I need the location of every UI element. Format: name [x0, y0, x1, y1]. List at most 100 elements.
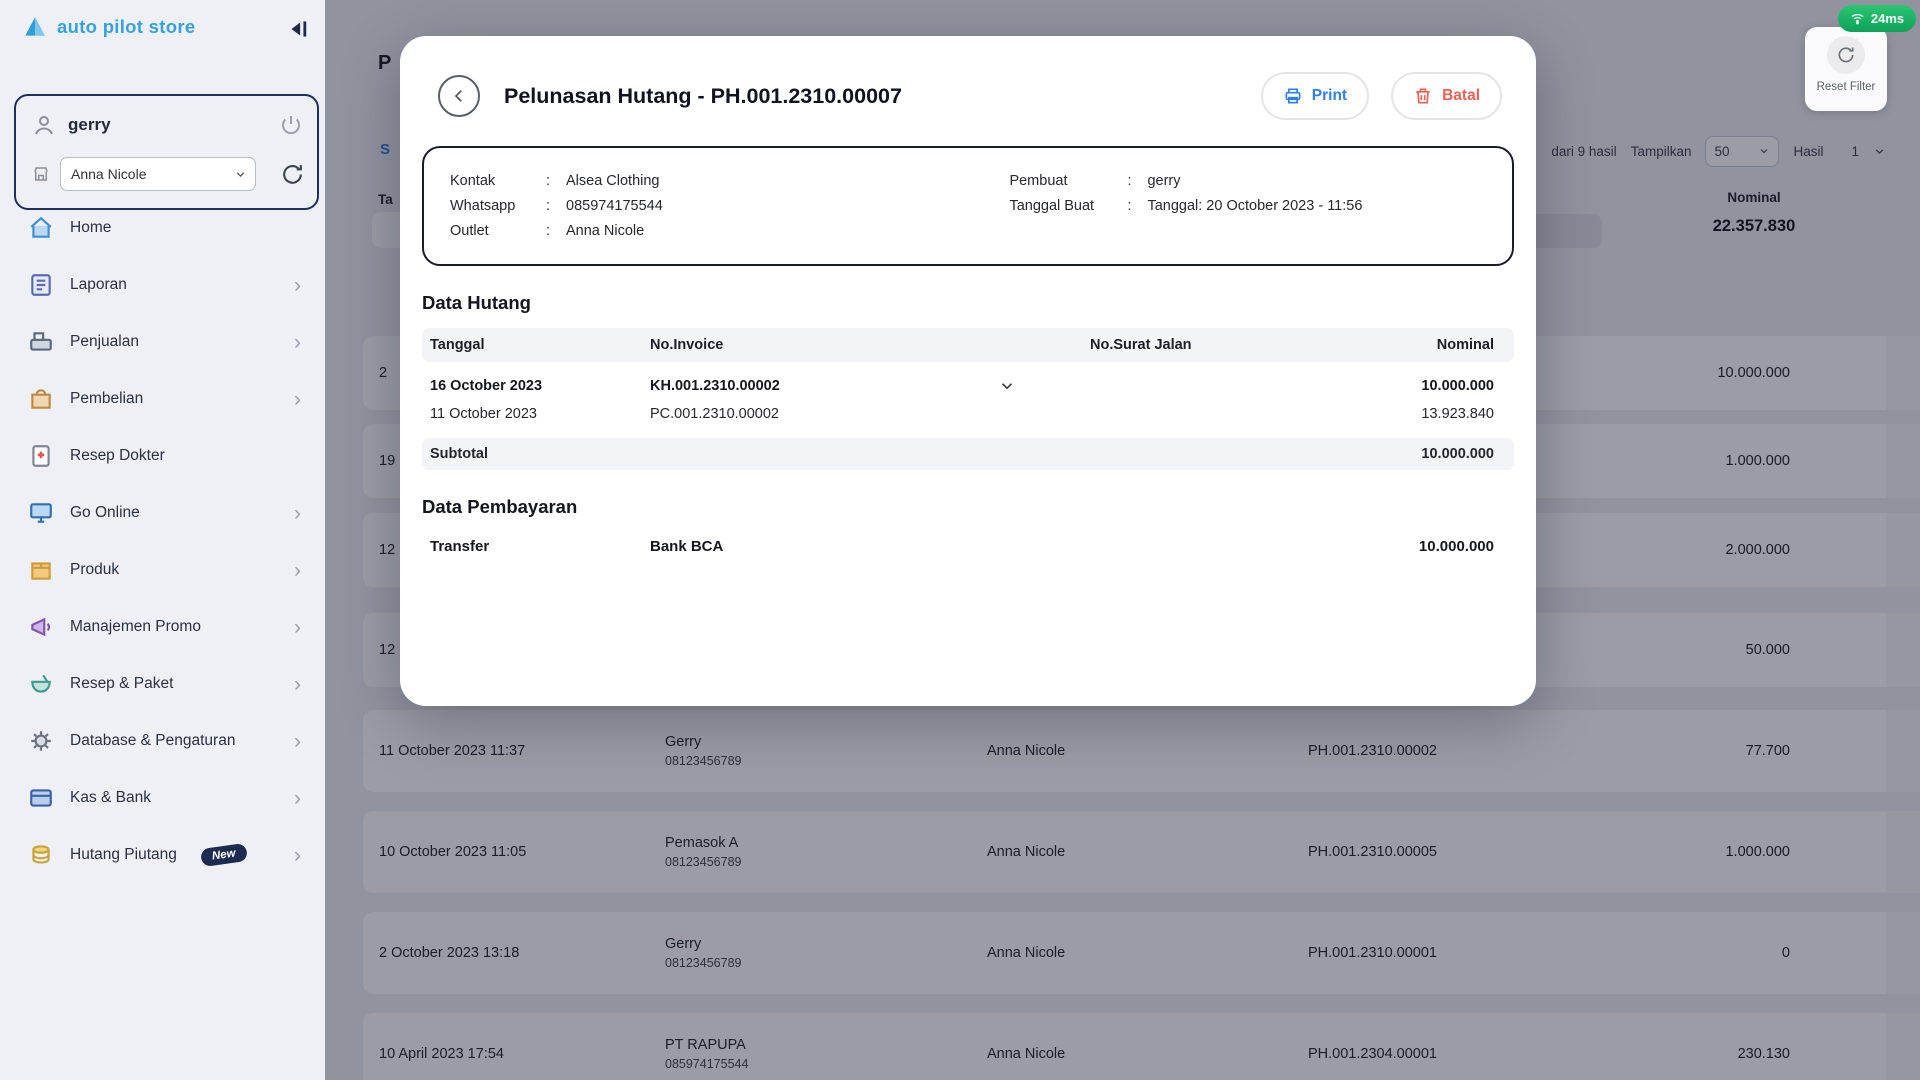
- purchase-icon: [28, 386, 54, 412]
- wifi-icon: [1850, 11, 1865, 26]
- chevron-right-icon: ›: [294, 674, 301, 695]
- sidebar-item-go-online[interactable]: Go Online ›: [0, 491, 325, 535]
- brand-logo-icon: [22, 14, 48, 40]
- latency-value: 24ms: [1871, 11, 1904, 26]
- info-label: Kontak: [450, 171, 546, 191]
- colon: :: [546, 221, 566, 241]
- col-nominal: Nominal: [1313, 337, 1506, 353]
- sidebar-item-resep-dokter[interactable]: Resep Dokter: [0, 434, 325, 478]
- info-label: Tanggal Buat: [1009, 196, 1127, 216]
- sidebar-item-label: Database & Pengaturan: [70, 732, 235, 750]
- hutang-tanggal: 11 October 2023: [430, 406, 650, 422]
- sidebar-item-pembelian[interactable]: Pembelian ›: [0, 377, 325, 421]
- user-name: gerry: [68, 115, 279, 135]
- sales-icon: [28, 329, 54, 355]
- sidebar-item-label: Resep Dokter: [70, 447, 165, 465]
- sidebar-item-label: Resep & Paket: [70, 675, 173, 693]
- subtotal-row: Subtotal 10.000.000: [422, 438, 1514, 470]
- brand: auto pilot store: [22, 14, 195, 40]
- colon: :: [546, 196, 566, 216]
- colon: :: [546, 171, 566, 191]
- info-value: 085974175544: [566, 196, 663, 216]
- info-value: Alsea Clothing: [566, 171, 660, 191]
- product-icon: [28, 557, 54, 583]
- cancel-button-label: Batal: [1442, 87, 1480, 105]
- sidebar-item-label: Home: [70, 219, 111, 237]
- cancel-button[interactable]: Batal: [1391, 72, 1502, 120]
- recipe-icon: [28, 671, 54, 697]
- online-icon: [28, 500, 54, 526]
- sidebar-item-laporan[interactable]: Laporan ›: [0, 263, 325, 307]
- home-icon: [28, 215, 54, 241]
- hutang-subrow: 11 October 2023 PC.001.2310.00002 13.923…: [430, 400, 1506, 428]
- sidebar-item-resep-paket[interactable]: Resep & Paket ›: [0, 662, 325, 706]
- sidebar: auto pilot store gerry Anna Nicole: [0, 0, 325, 1080]
- payment-method: Transfer: [430, 538, 650, 555]
- prescription-icon: [28, 443, 54, 469]
- outlet-select[interactable]: Anna Nicole: [60, 157, 256, 191]
- sidebar-item-manajemen-promo[interactable]: Manajemen Promo ›: [0, 605, 325, 649]
- chevron-down-icon: [234, 168, 247, 181]
- user-card: gerry Anna Nicole: [14, 94, 319, 210]
- sidebar-item-label: Go Online: [70, 504, 140, 522]
- report-icon: [28, 272, 54, 298]
- reset-filter-button[interactable]: Reset Filter: [1805, 27, 1887, 111]
- hutang-invoice: KH.001.2310.00002: [650, 378, 780, 394]
- hutang-nominal: 13.923.840: [1313, 406, 1506, 422]
- debt-icon: [28, 842, 54, 868]
- data-pembayaran-heading: Data Pembayaran: [422, 496, 1514, 518]
- bank-icon: [28, 785, 54, 811]
- hutang-row: 16 October 2023 KH.001.2310.00002 10.000…: [430, 372, 1506, 400]
- print-button-label: Print: [1312, 87, 1347, 105]
- database-icon: [28, 728, 54, 754]
- pelunasan-hutang-modal: Pelunasan Hutang - PH.001.2310.00007 Pri…: [400, 36, 1536, 706]
- refresh-icon[interactable]: [1827, 36, 1865, 74]
- sidebar-item-label: Penjualan: [70, 333, 139, 351]
- chevron-right-icon: ›: [294, 617, 301, 638]
- trash-icon: [1413, 86, 1433, 106]
- back-icon[interactable]: [438, 75, 480, 117]
- sidebar-item-label: Kas & Bank: [70, 789, 151, 807]
- subtotal-value: 10.000.000: [1313, 446, 1506, 462]
- hutang-table-header: Tanggal No.Invoice No.Surat Jalan Nomina…: [422, 328, 1514, 362]
- col-surat-jalan: No.Surat Jalan: [1090, 337, 1313, 353]
- col-invoice: No.Invoice: [650, 337, 1090, 353]
- logout-power-icon[interactable]: [279, 113, 303, 137]
- sidebar-item-hutang-piutang[interactable]: Hutang Piutang New ›: [0, 833, 325, 877]
- chevron-right-icon: ›: [294, 389, 301, 410]
- chevron-right-icon: ›: [294, 560, 301, 581]
- app-root: auto pilot store gerry Anna Nicole: [0, 0, 1920, 1080]
- modal-title: Pelunasan Hutang - PH.001.2310.00007: [504, 84, 1261, 109]
- chevron-right-icon: ›: [294, 332, 301, 353]
- hutang-tanggal: 16 October 2023: [430, 378, 650, 394]
- modal-header: Pelunasan Hutang - PH.001.2310.00007 Pri…: [400, 36, 1536, 120]
- sidebar-item-label: Manajemen Promo: [70, 618, 201, 636]
- chevron-right-icon: ›: [294, 731, 301, 752]
- sidebar-item-kas-bank[interactable]: Kas & Bank ›: [0, 776, 325, 820]
- promo-icon: [28, 614, 54, 640]
- hutang-table: Tanggal No.Invoice No.Surat Jalan Nomina…: [422, 328, 1514, 470]
- sidebar-item-home[interactable]: Home: [0, 206, 325, 250]
- expand-chevron-icon[interactable]: [998, 377, 1016, 395]
- info-value: gerry: [1147, 171, 1180, 191]
- sidebar-item-penjualan[interactable]: Penjualan ›: [0, 320, 325, 364]
- reset-filter-label: Reset Filter: [1817, 81, 1876, 93]
- brand-name: auto pilot store: [57, 16, 195, 38]
- sidebar-item-label: Hutang Piutang: [70, 846, 177, 864]
- info-value: Tanggal: 20 October 2023 - 11:56: [1147, 196, 1362, 216]
- chevron-right-icon: ›: [294, 788, 301, 809]
- outlet-refresh-icon[interactable]: [280, 162, 305, 187]
- sidebar-item-label: Laporan: [70, 276, 127, 294]
- payment-nominal: 10.000.000: [1313, 538, 1506, 555]
- chevron-right-icon: ›: [294, 275, 301, 296]
- sidebar-item-produk[interactable]: Produk ›: [0, 548, 325, 592]
- hutang-nominal: 10.000.000: [1313, 378, 1506, 394]
- outlet-select-value: Anna Nicole: [71, 166, 147, 182]
- printer-icon: [1283, 86, 1303, 106]
- payment-row: Transfer Bank BCA 10.000.000: [422, 538, 1514, 555]
- payment-detail: Bank BCA: [650, 538, 1090, 555]
- sidebar-item-database-pengaturan[interactable]: Database & Pengaturan ›: [0, 719, 325, 763]
- sidebar-menu: Home Laporan › Penjualan › Pembelian › R…: [0, 206, 325, 890]
- sidebar-collapse-icon[interactable]: [285, 16, 311, 42]
- print-button[interactable]: Print: [1261, 72, 1369, 120]
